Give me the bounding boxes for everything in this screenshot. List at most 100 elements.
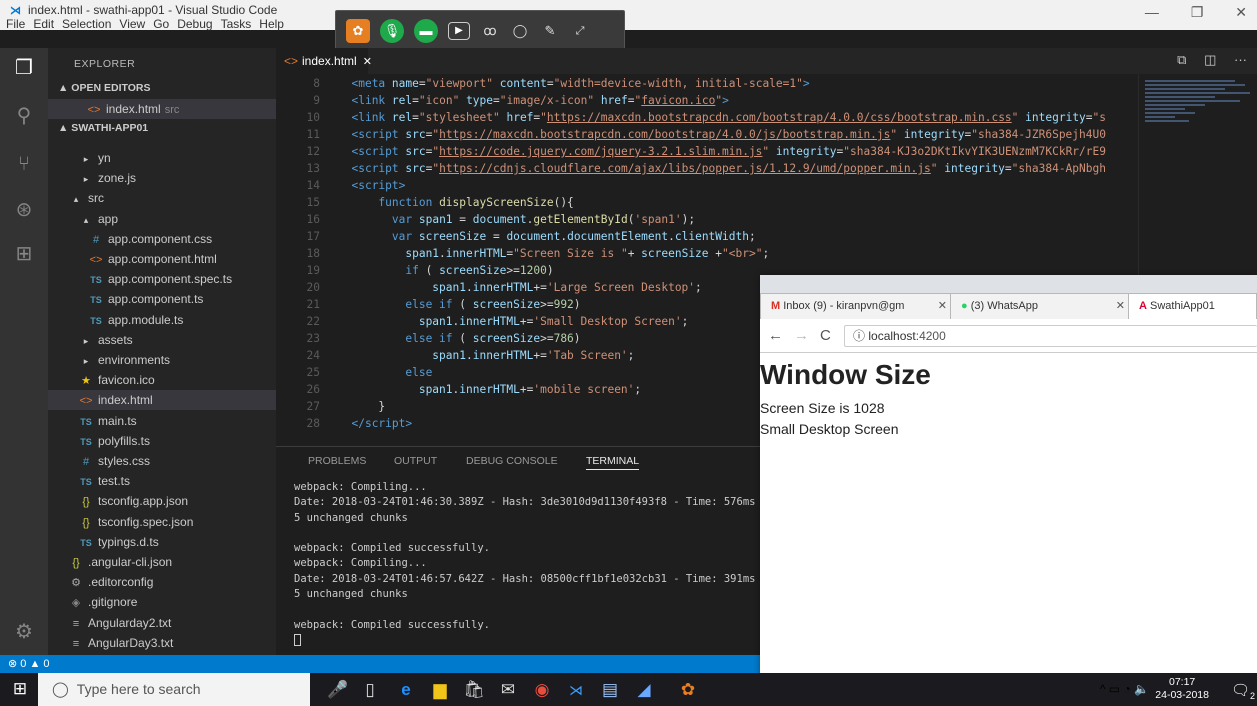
debug-icon[interactable]: ⊛: [12, 198, 36, 222]
tree-file[interactable]: ◈ .gitignore: [48, 592, 276, 612]
tree-folder[interactable]: ▴ app: [48, 209, 276, 229]
close-button[interactable]: ✕: [1235, 4, 1247, 20]
browser-tab-whatsapp[interactable]: ● (3) WhatsApp ✕: [950, 293, 1134, 319]
code-text: if ( screenSize>=1200): [405, 264, 554, 277]
tab-terminal[interactable]: TERMINAL: [586, 455, 640, 470]
tree-file[interactable]: ≡ AngularDay3.txt: [48, 633, 276, 653]
tab-index-html[interactable]: <> index.html ✕: [276, 48, 372, 74]
tab-problems[interactable]: PROBLEMS: [308, 455, 366, 467]
edge-icon[interactable]: e: [394, 678, 418, 702]
tree-item-label: favicon.ico: [98, 373, 155, 388]
browser-tab-label: Inbox (9) - kiranpvn@gm: [783, 300, 905, 312]
tab-close-icon[interactable]: ✕: [363, 56, 372, 68]
tree-file[interactable]: {} tsconfig.spec.json: [48, 512, 276, 532]
menu-go[interactable]: Go: [153, 17, 169, 31]
tree-file[interactable]: {} tsconfig.app.json: [48, 491, 276, 511]
system-tray-icons[interactable]: ^ ▭ ◔ 🔈: [1100, 682, 1149, 696]
tree-file[interactable]: <> app.component.html: [48, 249, 276, 269]
menu-file[interactable]: File: [6, 17, 25, 31]
vscode-icon[interactable]: ⋊: [564, 678, 588, 702]
meeting-app-icon[interactable]: ✿: [676, 678, 700, 702]
app-logo-icon[interactable]: ✿: [346, 19, 370, 43]
line-number: 24: [306, 349, 320, 362]
tree-file[interactable]: TS typings.d.ts: [48, 532, 276, 552]
search-icon[interactable]: ⚲: [12, 104, 36, 128]
tree-file[interactable]: TS polyfills.ts: [48, 431, 276, 451]
tree-file[interactable]: <> index.html: [48, 390, 276, 411]
extensions-icon[interactable]: ⊞: [12, 242, 36, 266]
tree-file[interactable]: TS main.ts: [48, 411, 276, 431]
store-icon[interactable]: 🛍: [462, 678, 486, 702]
menu-view[interactable]: View: [119, 17, 145, 31]
back-button[interactable]: ←: [768, 327, 783, 344]
restore-button[interactable]: ❐: [1191, 4, 1204, 20]
participants-icon[interactable]: ꝏ: [478, 19, 502, 43]
line-number: 16: [306, 213, 320, 226]
browser-tab-label: (3) WhatsApp: [970, 300, 1038, 312]
terminal-line: 5 unchanged chunks: [294, 511, 408, 524]
open-changes-icon[interactable]: ⧉: [1177, 52, 1186, 67]
pen-icon[interactable]: ✎: [538, 19, 562, 43]
more-actions-icon[interactable]: ···: [1234, 52, 1247, 67]
info-icon[interactable]: ⓘ: [853, 329, 865, 343]
project-header[interactable]: ▲ SWATHI-APP01: [58, 122, 148, 134]
tab-output[interactable]: OUTPUT: [394, 455, 437, 467]
reload-button[interactable]: C: [820, 327, 831, 344]
forward-button[interactable]: →: [794, 327, 809, 344]
video-icon[interactable]: ▶: [448, 22, 470, 40]
taskbar-search[interactable]: ◯ Type here to search: [38, 673, 310, 706]
tree-file[interactable]: TS app.module.ts: [48, 310, 276, 330]
microphone-icon[interactable]: 🎙: [380, 19, 404, 43]
typescript-file-icon: TS: [80, 477, 92, 488]
tree-folder[interactable]: ▸ environments: [48, 350, 276, 370]
tree-folder[interactable]: ▴ src: [48, 188, 276, 208]
tree-file[interactable]: # app.component.css: [48, 229, 276, 249]
gmail-icon: M: [771, 300, 781, 312]
menu-debug[interactable]: Debug: [177, 17, 212, 31]
mail-icon[interactable]: ✉: [496, 678, 520, 702]
chat-icon[interactable]: ▬: [414, 19, 438, 43]
menu-selection[interactable]: Selection: [62, 17, 111, 31]
address-bar[interactable]: ⓘ localhost:4200: [844, 325, 1257, 347]
chrome-icon[interactable]: ◉: [530, 678, 554, 702]
source-control-icon[interactable]: ⑂: [12, 152, 36, 176]
open-editor-item[interactable]: <> index.html src: [48, 99, 276, 119]
tab-debug-console[interactable]: DEBUG CONSOLE: [466, 455, 558, 467]
tree-file[interactable]: ⚙ .editorconfig: [48, 572, 276, 592]
task-view-icon[interactable]: ▯: [358, 678, 382, 702]
notepad-icon[interactable]: ▤: [598, 678, 622, 702]
explorer-icon[interactable]: ❐: [12, 56, 36, 80]
file-explorer-icon[interactable]: ▆: [428, 678, 452, 702]
windows-start-icon[interactable]: ⊞: [10, 679, 30, 699]
paint-icon[interactable]: ◢: [632, 678, 656, 702]
split-editor-icon[interactable]: ◫: [1204, 52, 1216, 67]
tree-folder[interactable]: ▸ zone.js: [48, 168, 276, 188]
microphone-icon[interactable]: 🎤: [326, 678, 350, 702]
tree-file[interactable]: # styles.css: [48, 451, 276, 471]
tree-folder[interactable]: ▸ yn: [48, 148, 276, 168]
minimize-button[interactable]: —: [1145, 4, 1159, 20]
tree-file[interactable]: {} .angular-cli.json: [48, 552, 276, 572]
comment-icon[interactable]: ◯: [508, 19, 532, 43]
tab-close-icon[interactable]: ✕: [938, 294, 947, 318]
clock[interactable]: 07:17 24-03-2018: [1155, 676, 1209, 702]
line-number: 8: [313, 77, 320, 90]
menu-edit[interactable]: Edit: [33, 17, 54, 31]
settings-gear-icon[interactable]: ⚙: [12, 620, 36, 644]
tree-file[interactable]: TS test.ts: [48, 471, 276, 491]
tree-file[interactable]: ★ favicon.ico: [48, 370, 276, 390]
menu-help[interactable]: Help: [259, 17, 284, 31]
terminal-output[interactable]: webpack: Compiling... Date: 2018-03-24T01…: [294, 481, 760, 647]
menu-tasks[interactable]: Tasks: [221, 17, 252, 31]
notification-center-icon[interactable]: 🗨2: [1231, 681, 1255, 701]
browser-tab-inbox[interactable]: M Inbox (9) - kiranpvn@gm ✕: [760, 293, 956, 319]
tree-file[interactable]: TS app.component.spec.ts: [48, 269, 276, 289]
tab-close-icon[interactable]: ✕: [1116, 294, 1125, 318]
expand-icon[interactable]: ⤢: [568, 19, 592, 43]
problems-indicator[interactable]: ⊗ 0 ▲ 0: [8, 658, 50, 670]
tree-file[interactable]: ≡ Angularday2.txt: [48, 613, 276, 633]
tree-folder[interactable]: ▸ assets: [48, 330, 276, 350]
open-editors-header[interactable]: ▲ OPEN EDITORS: [58, 82, 150, 94]
tree-file[interactable]: TS app.component.ts: [48, 289, 276, 309]
browser-tab-swathiapp[interactable]: A SwathiApp01: [1128, 293, 1257, 319]
